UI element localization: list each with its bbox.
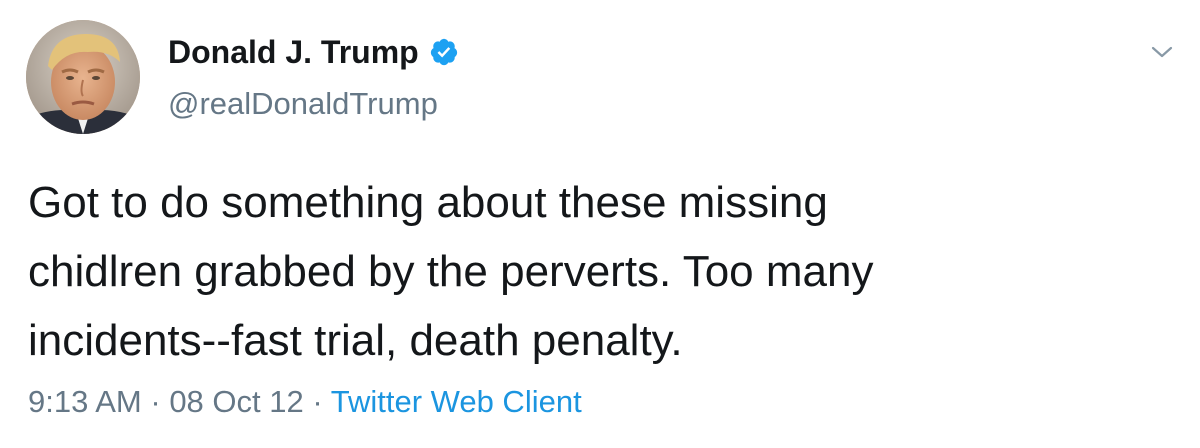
avatar[interactable] <box>26 20 140 134</box>
tweet-text: Got to do something about these missing … <box>28 178 874 365</box>
display-name[interactable]: Donald J. Trump <box>168 34 419 71</box>
tweet-time[interactable]: 9:13 AM <box>28 384 142 419</box>
tweet-source-link[interactable]: Twitter Web Client <box>331 384 582 419</box>
avatar-image <box>26 20 140 134</box>
author-name-row: Donald J. Trump <box>168 30 459 74</box>
user-handle[interactable]: @realDonaldTrump <box>168 86 438 122</box>
tweet-card: Donald J. Trump @realDonaldTrump Got to … <box>0 0 1200 448</box>
tweet-metadata: 9:13 AM · 08 Oct 12 · Twitter Web Client <box>28 384 582 420</box>
tweet-date[interactable]: 08 Oct 12 <box>169 384 303 419</box>
meta-separator: · <box>141 384 170 419</box>
meta-separator: · <box>303 384 331 419</box>
verified-badge-icon <box>429 37 459 67</box>
chevron-down-icon[interactable] <box>1150 40 1174 64</box>
